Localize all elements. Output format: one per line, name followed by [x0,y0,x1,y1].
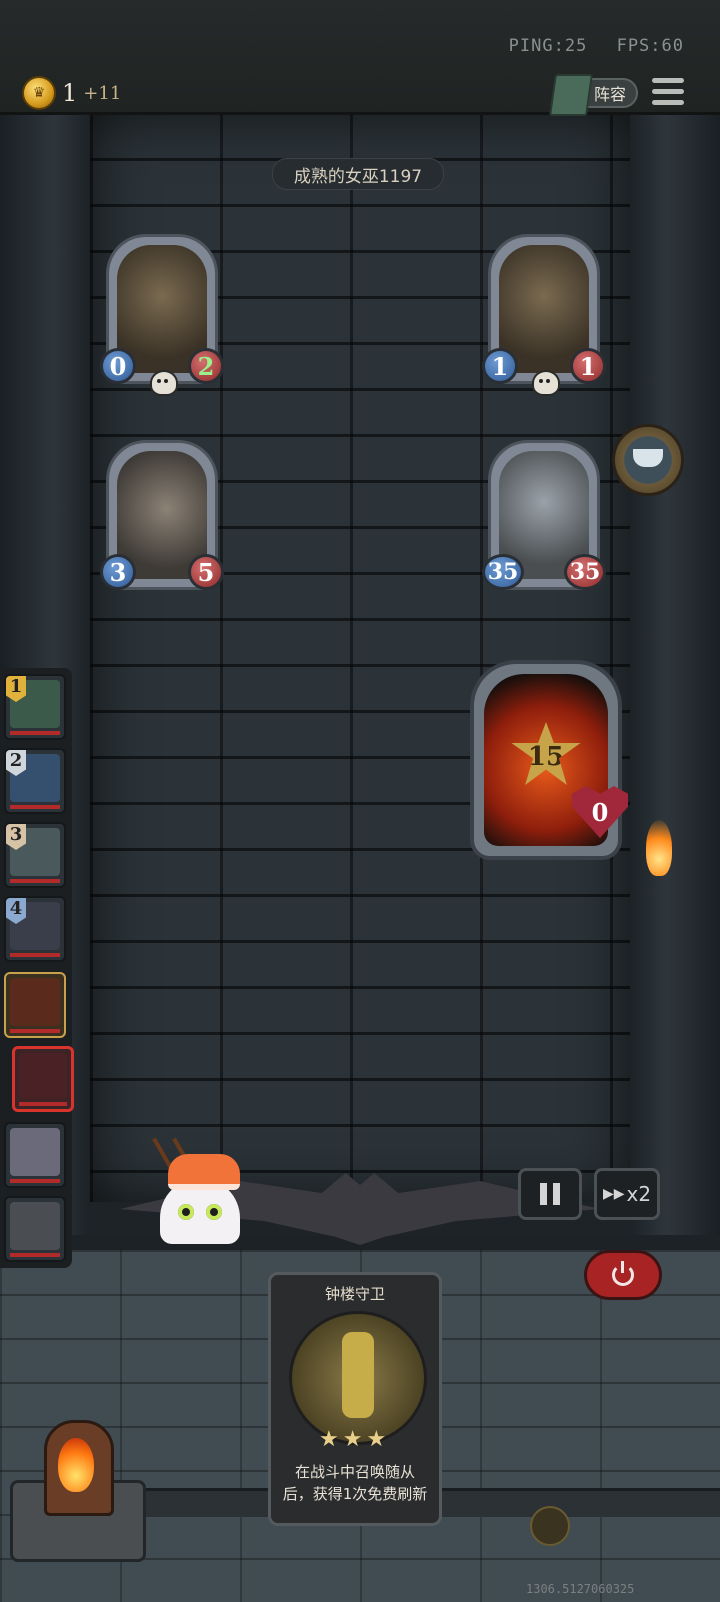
card-description-line: 在战斗中召唤随从 [294,1463,415,1481]
ship-token-icon[interactable] [612,424,684,496]
surrender-button[interactable] [584,1250,662,1300]
network-status: PING:25 FPS:60 [491,36,684,56]
sword-emblem-icon [530,1506,570,1546]
top-bar: PING:25 FPS:60 ♛ 1 +11 阵容 [0,0,720,116]
fire-hero-portrait [10,978,60,1026]
health-stat: 2 [188,348,224,384]
alice-portrait [10,1128,60,1176]
queue-slot[interactable]: 4 [4,896,66,962]
card-stars: ★ ★ ★ [319,1427,386,1452]
skull-icon [532,370,560,396]
shop-card[interactable]: 钟楼守卫 ★ ★ ★ 在战斗中召唤随从 后，获得1次免费刷新 [268,1272,442,1526]
unit-card-mid-right[interactable]: 35 35 [482,440,606,592]
star-icon: ★ [342,1427,363,1452]
cat-portrait [10,1202,60,1250]
queue-slot-current[interactable] [4,972,66,1038]
queue-slot[interactable]: 3 [4,822,66,888]
health-stat: 35 [564,554,606,590]
lineup-button[interactable]: 阵容 [549,74,638,116]
gold-amount: 1 [62,79,78,107]
pause-icon [540,1183,547,1205]
queue-slot[interactable]: 2 [4,748,66,814]
menu-icon[interactable] [652,78,684,108]
power-icon [612,1261,634,1286]
salmon-hat [168,1154,240,1190]
skull-icon [150,370,178,396]
lineup-label: 阵容 [593,85,626,104]
attack-stat: 1 [482,348,518,384]
fast-forward-icon: ▶▶ [602,1186,625,1202]
attack-stat: 3 [100,554,136,590]
flame-icon [58,1438,94,1492]
refresh-furnace-button[interactable] [10,1410,146,1562]
book-icon [549,74,593,116]
fps-readout: FPS:60 [616,36,684,56]
health-stat: 1 [570,348,606,384]
battle-order-queue: 1 2 3 4 [0,668,74,1268]
unit-card-enemy-top-right[interactable]: 1 1 [482,234,606,396]
rabbit-portrait [19,1053,67,1099]
speed-label: x2 [626,1182,652,1206]
queue-slot[interactable] [4,1196,66,1262]
pause-button[interactable] [518,1168,582,1220]
gold-counter: ♛ 1 +11 [22,76,121,110]
brass-robot-figure [342,1332,374,1418]
debug-readout: 1306.5127060325 [526,1582,635,1596]
health-stat: 5 [188,554,224,590]
attack-stat: 35 [482,554,524,590]
unit-card-enemy-top-left[interactable]: 0 2 [100,234,224,396]
star-icon: ★ [366,1427,387,1452]
torch-flame-icon [646,820,672,876]
opponent-name: 成熟的女巫1197 [272,158,444,190]
right-pillar [630,112,720,1262]
unit-card-mid-left[interactable]: 3 5 [100,440,224,592]
hero-portrait[interactable]: 15 0 [470,660,628,860]
star-icon: ★ [319,1427,339,1452]
ping-readout: PING:25 [508,36,588,56]
sushi-ghost-pet[interactable] [152,1137,246,1248]
crown-coin-icon: ♛ [22,76,56,110]
gold-income: +11 [83,82,122,104]
card-description: 在战斗中召唤随从 后，获得1次免费刷新 [279,1461,431,1505]
card-description-line: 后，获得1次免费刷新 [282,1485,428,1503]
queue-slot[interactable] [4,1122,66,1188]
clocktower-guard-art [289,1311,427,1445]
queue-slot[interactable]: 1 [4,674,66,740]
card-name: 钟楼守卫 [324,1285,385,1303]
attack-stat: 0 [100,348,136,384]
queue-slot-selected[interactable] [12,1046,74,1112]
speed-button[interactable]: ▶▶ x2 [594,1168,660,1220]
